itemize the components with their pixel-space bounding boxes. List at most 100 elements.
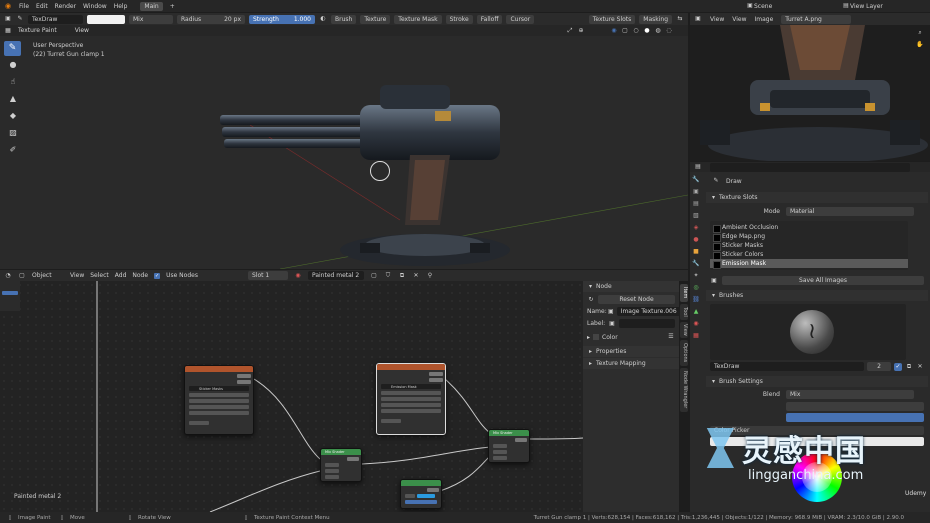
tab-view[interactable]: View bbox=[680, 322, 688, 338]
color-wheel[interactable] bbox=[792, 452, 842, 502]
image-name-field[interactable]: Turret A.png bbox=[781, 14, 852, 24]
node-image-selector[interactable]: Sticker Masks bbox=[189, 386, 249, 391]
image-texture-node-emission-mask[interactable]: Emission Mask bbox=[376, 363, 446, 435]
image-editor-type-icon[interactable]: ▣ bbox=[694, 15, 702, 23]
primary-color-swatch[interactable] bbox=[710, 437, 924, 446]
brush-preview[interactable]: ≀ bbox=[710, 304, 906, 360]
texture-mask-menu[interactable]: Texture Mask bbox=[394, 14, 442, 24]
workspace-tab-main[interactable]: Main bbox=[140, 1, 163, 11]
masking-menu[interactable]: Masking bbox=[639, 14, 672, 24]
editor-type-icon[interactable]: ▣ bbox=[4, 15, 12, 23]
constraints-tab-icon[interactable]: ⛓ bbox=[692, 296, 700, 304]
node-color-space[interactable] bbox=[381, 409, 441, 413]
blender-logo-icon[interactable]: ◉ bbox=[4, 2, 12, 10]
node-label-field[interactable] bbox=[619, 319, 675, 328]
node-panel-header[interactable]: ▾ Node bbox=[583, 281, 679, 292]
texture-tab-icon[interactable]: ▦ bbox=[692, 332, 700, 340]
unlink-brush-icon[interactable]: ✕ bbox=[916, 363, 924, 371]
mode-dropdown-properties[interactable]: Material bbox=[786, 207, 914, 216]
slot-emission-mask[interactable]: Emission Mask bbox=[710, 259, 908, 269]
brushes-panel-header[interactable]: ▾ Brushes bbox=[706, 290, 928, 301]
image-view-menu-1[interactable]: View bbox=[710, 16, 724, 23]
slot-sticker-colors[interactable]: Sticker Colors bbox=[710, 250, 908, 260]
blend-dropdown[interactable]: Mix bbox=[129, 14, 173, 24]
menu-help[interactable]: Help bbox=[114, 3, 128, 10]
falloff-menu[interactable]: Falloff bbox=[476, 14, 503, 24]
node-image-selector[interactable]: Emission Mask bbox=[381, 384, 441, 389]
node-interpolation[interactable] bbox=[189, 393, 249, 397]
node-name-field[interactable]: Image Texture.006 bbox=[616, 307, 681, 316]
mix-shader-node-1[interactable]: Mix Shader bbox=[320, 448, 362, 482]
strength-slider[interactable]: Strength 1.000 bbox=[249, 14, 315, 24]
brush-icon[interactable]: ✎ bbox=[16, 15, 24, 23]
radius-field[interactable]: Radius 20 px bbox=[177, 14, 245, 24]
tab-item[interactable]: Item bbox=[680, 284, 688, 302]
node-view-menu[interactable]: View bbox=[70, 272, 84, 279]
particles-tab-icon[interactable]: ✦ bbox=[692, 272, 700, 280]
material-users-icon[interactable]: ▢ bbox=[370, 272, 378, 280]
modifier-tab-icon[interactable]: 🔧 bbox=[692, 260, 700, 268]
material-name-field[interactable]: Painted metal 2 bbox=[307, 271, 364, 280]
node-extension[interactable] bbox=[381, 403, 441, 407]
scene-selector[interactable]: ▣ Scene bbox=[746, 2, 826, 10]
object-mode-dropdown[interactable]: Object bbox=[32, 272, 64, 279]
tab-options[interactable]: Options bbox=[680, 340, 688, 366]
texture-mapping-subpanel[interactable]: ▸ Texture Mapping bbox=[583, 358, 679, 369]
emission-color-row[interactable] bbox=[405, 494, 437, 498]
material-fake-user-icon[interactable]: ⛉ bbox=[384, 272, 392, 280]
node-editor-canvas[interactable]: Sticker Masks Emission Mask Mix Shader M… bbox=[0, 281, 583, 512]
emission-strength-field[interactable] bbox=[405, 500, 437, 504]
slot-edge-map[interactable]: Edge Map.png bbox=[710, 232, 908, 242]
color-checkbox[interactable] bbox=[593, 334, 600, 340]
brush-users-count[interactable]: 2 bbox=[867, 362, 891, 371]
color-list-icon[interactable]: ☰ bbox=[667, 333, 675, 341]
tab-node-wrangler[interactable]: Node Wrangler bbox=[680, 368, 688, 412]
material-duplicate-icon[interactable]: ⧉ bbox=[398, 272, 406, 280]
material-unlink-icon[interactable]: ✕ bbox=[412, 272, 420, 280]
slot-dropdown[interactable]: Slot 1 bbox=[247, 271, 288, 280]
scene-tab-icon[interactable]: ◈ bbox=[692, 224, 700, 232]
pin-icon[interactable]: ⚲ bbox=[426, 272, 434, 280]
reset-node-button[interactable]: Reset Node bbox=[598, 295, 675, 304]
physics-tab-icon[interactable]: ◎ bbox=[692, 284, 700, 292]
brush-name-datablock[interactable]: TexDraw bbox=[710, 362, 864, 371]
turret-gun-model[interactable] bbox=[210, 75, 510, 269]
brush-color-swatch[interactable] bbox=[87, 14, 125, 24]
material-tab-icon[interactable]: ◉ bbox=[692, 320, 700, 328]
node-color-space[interactable] bbox=[189, 411, 249, 415]
render-tab-icon[interactable]: ▣ bbox=[692, 188, 700, 196]
node-extension[interactable] bbox=[189, 405, 249, 409]
emission-color-swatch[interactable] bbox=[417, 494, 435, 498]
view-layer-tab-icon[interactable]: ▧ bbox=[692, 212, 700, 220]
node-projection[interactable] bbox=[381, 397, 441, 401]
world-tab-icon[interactable]: ● bbox=[692, 236, 700, 244]
zoom-icon[interactable]: ⌕ bbox=[916, 29, 924, 37]
texture-slots-menu[interactable]: Texture Slots bbox=[588, 14, 636, 24]
3d-viewport[interactable]: ▦ Texture Paint View User Perspective (2… bbox=[0, 25, 688, 269]
view-layer-selector[interactable]: ▤ View Layer bbox=[842, 2, 927, 10]
brush-menu[interactable]: Brush bbox=[331, 14, 357, 24]
node-select-menu[interactable]: Select bbox=[90, 272, 109, 279]
node-add-menu[interactable]: Add bbox=[115, 272, 127, 279]
image-image-menu[interactable]: Image bbox=[755, 16, 774, 23]
image-view-menu-2[interactable]: View bbox=[732, 16, 746, 23]
tab-tool[interactable]: Tool bbox=[680, 304, 688, 320]
pressure-icon[interactable]: ◐ bbox=[319, 15, 327, 23]
duplicate-brush-icon[interactable]: ⧉ bbox=[905, 363, 913, 371]
symmetry-icon[interactable]: ⇆ bbox=[676, 15, 684, 23]
image-texture-node-sticker-masks[interactable]: Sticker Masks bbox=[184, 365, 254, 435]
add-workspace-button[interactable]: + bbox=[170, 3, 175, 10]
data-tab-icon[interactable]: ▲ bbox=[692, 308, 700, 316]
cursor-menu[interactable]: Cursor bbox=[506, 14, 535, 24]
node-node-menu[interactable]: Node bbox=[132, 272, 148, 279]
save-all-images-button[interactable]: Save All Images bbox=[722, 276, 924, 285]
texture-slots-panel-header[interactable]: ▾ Texture Slots bbox=[706, 192, 928, 203]
object-tab-icon[interactable]: ■ bbox=[692, 248, 700, 256]
strength-slider-properties[interactable] bbox=[786, 413, 924, 422]
mix-shader-node-2[interactable]: Mix Shader bbox=[488, 429, 530, 463]
pan-hand-icon[interactable]: ✋ bbox=[916, 41, 924, 49]
tool-tab-icon[interactable]: 🔧 bbox=[692, 176, 700, 184]
node-editor-type-icon[interactable]: ◔ bbox=[4, 272, 12, 280]
image-editor[interactable]: ▣ View View Image Turret A.png ⌕ ✋ bbox=[690, 13, 930, 161]
properties-type-icon[interactable]: ▤ bbox=[694, 163, 702, 171]
